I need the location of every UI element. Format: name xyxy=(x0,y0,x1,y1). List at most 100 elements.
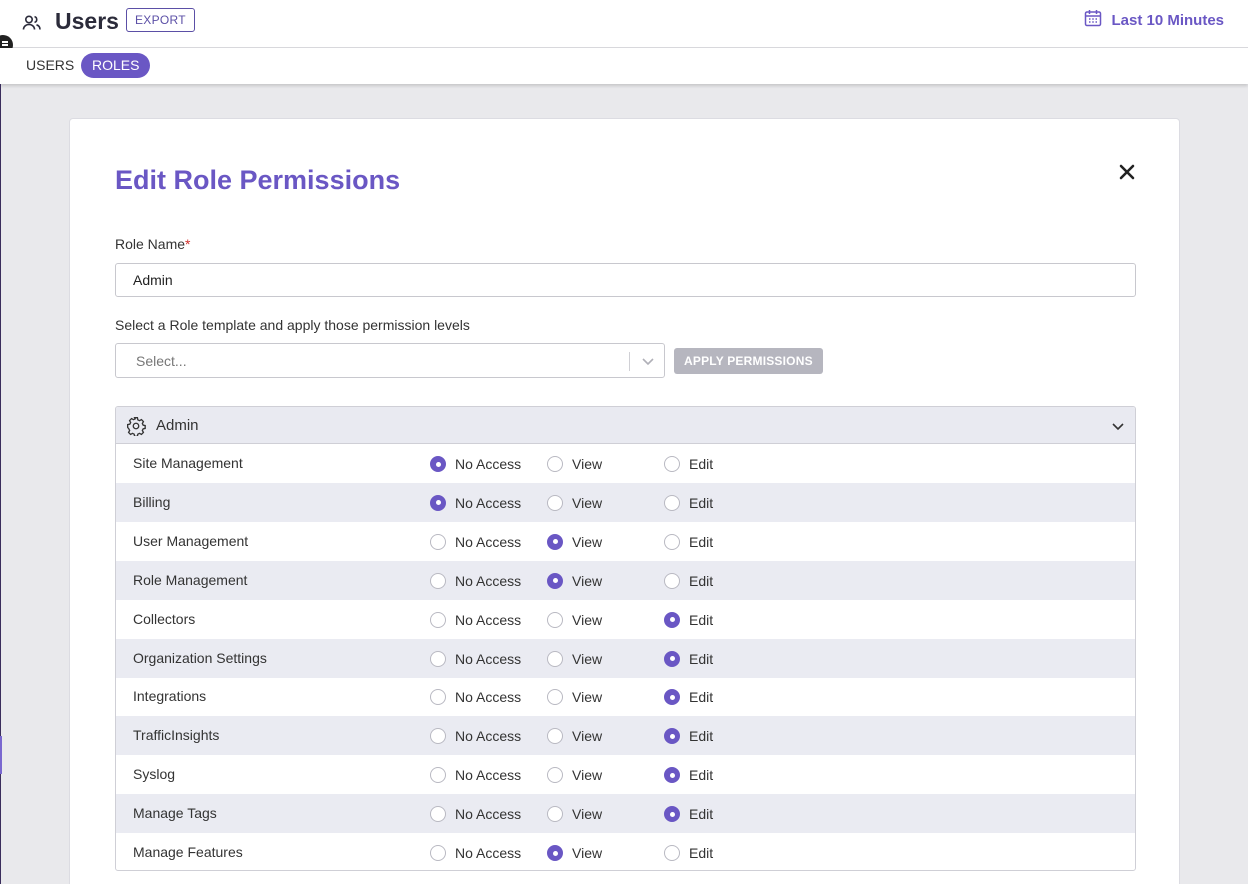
permission-option[interactable]: Edit xyxy=(664,689,713,706)
role-template-select[interactable]: Select... xyxy=(115,343,665,378)
radio-button[interactable] xyxy=(547,767,563,784)
option-label: No Access xyxy=(455,611,522,628)
radio-button[interactable] xyxy=(547,650,563,667)
permission-name: Role Management xyxy=(133,571,248,588)
option-label: Edit xyxy=(689,572,714,589)
option-label: View xyxy=(572,533,603,550)
radio-button[interactable] xyxy=(664,572,680,589)
role-name-input[interactable] xyxy=(115,263,1136,297)
permission-option[interactable]: No Access xyxy=(430,767,521,784)
permission-option[interactable]: Edit xyxy=(664,650,713,667)
radio-button[interactable] xyxy=(664,689,680,706)
radio-button[interactable] xyxy=(547,611,563,628)
radio-button[interactable] xyxy=(664,533,680,550)
option-label: No Access xyxy=(455,728,522,745)
radio-button[interactable] xyxy=(430,806,446,823)
edit-role-modal: Edit Role Permissions Role Name* Select … xyxy=(69,118,1180,884)
template-label: Select a Role template and apply those p… xyxy=(115,317,470,333)
users-icon xyxy=(22,13,42,38)
permission-option[interactable]: No Access xyxy=(430,689,521,706)
radio-button[interactable] xyxy=(547,456,563,472)
permission-option[interactable]: View xyxy=(547,689,602,706)
permission-option[interactable]: Edit xyxy=(664,845,713,861)
radio-button[interactable] xyxy=(547,572,563,589)
permission-option[interactable]: No Access xyxy=(430,533,521,550)
radio-button[interactable] xyxy=(664,806,680,823)
permission-option[interactable]: Edit xyxy=(664,728,713,745)
permission-option[interactable]: View xyxy=(547,728,602,745)
radio-button[interactable] xyxy=(430,845,446,861)
radio-button[interactable] xyxy=(430,767,446,784)
option-label: Edit xyxy=(689,767,714,784)
role-name-label: Role Name* xyxy=(115,236,190,252)
radio-button[interactable] xyxy=(430,650,446,667)
tab-roles[interactable]: ROLES xyxy=(81,53,151,78)
radio-button[interactable] xyxy=(664,767,680,784)
radio-button[interactable] xyxy=(547,689,563,706)
radio-button[interactable] xyxy=(547,728,563,745)
radio-button[interactable] xyxy=(547,806,563,823)
sidebar-accent xyxy=(0,736,2,774)
permission-option[interactable]: View xyxy=(547,767,603,784)
permission-option[interactable]: View xyxy=(547,650,602,667)
permission-option[interactable]: Edit xyxy=(664,456,713,472)
apply-permissions-button[interactable]: APPLY PERMISSIONS xyxy=(674,348,823,374)
permission-option[interactable]: No Access xyxy=(430,650,521,667)
select-divider xyxy=(629,352,630,371)
radio-button[interactable] xyxy=(430,689,446,706)
tab-users[interactable]: USERS xyxy=(26,53,74,78)
radio-button[interactable] xyxy=(664,650,680,667)
gear-icon xyxy=(126,416,146,441)
top-bar: Users EXPORT Last 10 Minutes xyxy=(0,0,1248,55)
permission-option[interactable]: No Access xyxy=(430,728,522,745)
permission-option[interactable]: No Access xyxy=(430,806,521,823)
radio-button[interactable] xyxy=(664,611,680,628)
radio-button[interactable] xyxy=(547,494,563,511)
close-icon[interactable] xyxy=(1116,161,1138,183)
option-label: Edit xyxy=(689,456,714,472)
permission-name: Billing xyxy=(133,493,171,510)
permission-option[interactable]: Edit xyxy=(664,572,714,589)
permission-option[interactable]: No Access xyxy=(430,611,522,628)
permission-option[interactable]: Edit xyxy=(664,533,713,550)
chevron-down-icon[interactable] xyxy=(641,354,655,373)
permission-option[interactable]: Edit xyxy=(664,767,714,784)
radio-button[interactable] xyxy=(547,533,563,550)
permission-option[interactable]: No Access xyxy=(430,456,521,472)
time-range-picker[interactable]: Last 10 Minutes xyxy=(1084,9,1224,31)
modal-title: Edit Role Permissions xyxy=(115,165,401,195)
option-label: View xyxy=(572,767,603,784)
permission-option[interactable]: View xyxy=(547,456,602,472)
permission-option[interactable]: View xyxy=(547,494,602,511)
permission-option[interactable]: View xyxy=(547,611,602,628)
permission-name: Syslog xyxy=(133,766,176,783)
permission-option[interactable]: No Access xyxy=(430,572,521,589)
radio-button[interactable] xyxy=(664,494,680,511)
permission-option[interactable]: Edit xyxy=(664,494,713,511)
radio-button[interactable] xyxy=(547,845,563,861)
radio-button[interactable] xyxy=(664,728,680,745)
radio-button[interactable] xyxy=(430,611,446,628)
permission-option[interactable]: Edit xyxy=(664,611,713,628)
permission-row: Billing No Access View Edit xyxy=(116,482,1135,522)
radio-button[interactable] xyxy=(430,456,446,472)
tab-bar: USERS ROLES xyxy=(0,48,1248,84)
radio-button[interactable] xyxy=(430,728,446,745)
permission-option[interactable]: Edit xyxy=(664,806,713,823)
permission-option[interactable]: View xyxy=(547,845,602,861)
radio-button[interactable] xyxy=(430,533,446,550)
radio-button[interactable] xyxy=(430,494,446,511)
chevron-down-icon[interactable] xyxy=(1111,419,1125,438)
radio-button[interactable] xyxy=(430,572,446,589)
permission-option[interactable]: No Access xyxy=(430,494,521,511)
permissions-section-header[interactable]: Admin xyxy=(116,407,1135,444)
option-label: View xyxy=(572,572,603,589)
permission-option[interactable]: View xyxy=(547,533,603,550)
permission-option[interactable]: View xyxy=(547,806,602,823)
radio-button[interactable] xyxy=(664,456,680,472)
export-button[interactable]: EXPORT xyxy=(126,8,195,32)
permission-option[interactable]: No Access xyxy=(430,845,521,861)
permission-option[interactable]: View xyxy=(547,572,603,589)
time-range-label: Last 10 Minutes xyxy=(1111,11,1224,29)
radio-button[interactable] xyxy=(664,845,680,861)
